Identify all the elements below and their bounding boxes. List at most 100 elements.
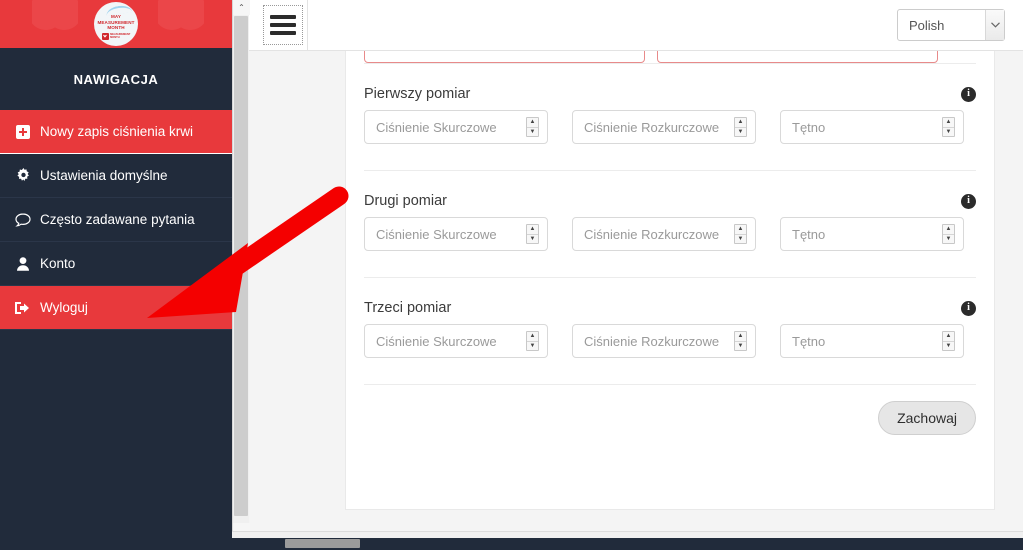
invalid-field-partial[interactable] <box>364 51 645 63</box>
sidebar-item-new-record[interactable]: Nowy zapis ciśnienia krwi <box>0 110 232 154</box>
plus-square-icon <box>10 124 36 139</box>
spinner-up-icon[interactable]: ▲ <box>527 118 538 128</box>
spinner-up-icon[interactable]: ▲ <box>735 225 746 235</box>
pulse-input[interactable]: Tętno ▲ ▼ <box>780 217 964 251</box>
language-select-value: Polish <box>909 17 945 33</box>
number-spinner[interactable]: ▲ ▼ <box>526 331 539 351</box>
diastolic-input[interactable]: Ciśnienie Rozkurczowe ▲ ▼ <box>572 110 756 144</box>
spinner-down-icon[interactable]: ▼ <box>527 235 538 244</box>
systolic-placeholder: Ciśnienie Skurczowe <box>376 226 497 242</box>
spinner-up-icon[interactable]: ▲ <box>527 332 538 342</box>
sidebar-item-label: Często zadawane pytania <box>40 212 195 227</box>
systolic-placeholder: Ciśnienie Skurczowe <box>376 333 497 349</box>
sidebar-bottom-fill <box>0 531 232 538</box>
number-spinner[interactable]: ▲ ▼ <box>734 331 747 351</box>
number-spinner[interactable]: ▲ ▼ <box>734 117 747 137</box>
pulse-input[interactable]: Tętno ▲ ▼ <box>780 324 964 358</box>
sidebar-item-label: Nowy zapis ciśnienia krwi <box>40 124 194 139</box>
info-circle-icon[interactable]: i <box>961 193 976 209</box>
spinner-down-icon[interactable]: ▼ <box>943 235 954 244</box>
measurement-title: Pierwszy pomiar <box>364 86 471 102</box>
spinner-down-icon[interactable]: ▼ <box>735 342 746 351</box>
logo-title: MAY MEASUREMENT MONTH <box>97 14 135 30</box>
sidebar-item-label: Ustawienia domyślne <box>40 168 168 183</box>
sidebar: MAY MEASUREMENT MONTH MEASUREMENT MONTH … <box>0 0 232 550</box>
number-spinner[interactable]: ▲ ▼ <box>734 224 747 244</box>
number-spinner[interactable]: ▲ ▼ <box>526 117 539 137</box>
spinner-up-icon[interactable]: ▲ <box>943 332 954 342</box>
spinner-up-icon[interactable]: ▲ <box>943 225 954 235</box>
window-bottom-strip <box>0 538 1023 550</box>
spinner-up-icon[interactable]: ▲ <box>943 118 954 128</box>
spinner-down-icon[interactable]: ▼ <box>943 128 954 137</box>
hamburger-icon[interactable] <box>258 0 308 50</box>
sign-out-icon <box>10 301 36 315</box>
may-measurement-month-logo[interactable]: MAY MEASUREMENT MONTH MEASUREMENT MONTH <box>94 2 138 46</box>
blood-pressure-form-card: Pierwszy pomiar i Ciśnienie Skurczowe ▲ … <box>345 51 995 510</box>
sidebar-nav-header: NAWIGACJA <box>0 48 232 110</box>
language-select[interactable]: Polish <box>897 9 1005 41</box>
diastolic-placeholder: Ciśnienie Rozkurczowe <box>584 119 720 135</box>
pulse-placeholder: Tętno <box>792 119 826 135</box>
comment-icon <box>10 212 36 227</box>
number-spinner[interactable]: ▲ ▼ <box>526 224 539 244</box>
number-spinner[interactable]: ▲ ▼ <box>942 331 955 351</box>
scrollbar-thumb[interactable] <box>234 16 248 516</box>
diastolic-placeholder: Ciśnienie Rozkurczowe <box>584 333 720 349</box>
os-scrollbar-thumb[interactable] <box>285 539 360 548</box>
number-spinner[interactable]: ▲ ▼ <box>942 117 955 137</box>
spinner-down-icon[interactable]: ▼ <box>527 342 538 351</box>
sidebar-item-label: Wyloguj <box>40 300 88 315</box>
info-circle-icon[interactable]: i <box>961 86 976 102</box>
form-footer: Zachowaj <box>346 385 994 455</box>
scroll-up-arrow-icon[interactable]: ⌃ <box>233 0 250 15</box>
diastolic-input[interactable]: Ciśnienie Rozkurczowe ▲ ▼ <box>572 217 756 251</box>
systolic-placeholder: Ciśnienie Skurczowe <box>376 119 497 135</box>
hamburger-bar <box>269 15 296 19</box>
topbar: Polish <box>249 0 1023 51</box>
app-window: MAY MEASUREMENT MONTH MEASUREMENT MONTH … <box>0 0 1023 550</box>
measurement-header: Drugi pomiar i <box>364 193 976 209</box>
pulse-input[interactable]: Tętno ▲ ▼ <box>780 110 964 144</box>
number-spinner[interactable]: ▲ ▼ <box>942 224 955 244</box>
spinner-down-icon[interactable]: ▼ <box>735 128 746 137</box>
sidebar-item-label: Konto <box>40 256 76 271</box>
spinner-down-icon[interactable]: ▼ <box>527 128 538 137</box>
content-area: Pierwszy pomiar i Ciśnienie Skurczowe ▲ … <box>249 51 1023 531</box>
measurement-block-second: Drugi pomiar i Ciśnienie Skurczowe ▲ ▼ C… <box>346 171 994 277</box>
logo-footer: MEASUREMENT MONTH <box>101 32 130 40</box>
sidebar-item-logout[interactable]: Wyloguj <box>0 286 232 330</box>
user-icon <box>10 256 36 271</box>
systolic-input[interactable]: Ciśnienie Skurczowe ▲ ▼ <box>364 110 548 144</box>
pulse-placeholder: Tętno <box>792 226 826 242</box>
spinner-down-icon[interactable]: ▼ <box>943 342 954 351</box>
pulse-placeholder: Tętno <box>792 333 826 349</box>
sidebar-item-default-settings[interactable]: Ustawienia domyślne <box>0 154 232 198</box>
systolic-input[interactable]: Ciśnienie Skurczowe ▲ ▼ <box>364 217 548 251</box>
measurement-title: Trzeci pomiar <box>364 300 452 316</box>
sidebar-item-account[interactable]: Konto <box>0 242 232 286</box>
heart-icon <box>101 32 109 40</box>
spinner-down-icon[interactable]: ▼ <box>735 235 746 244</box>
hamburger-bar <box>269 31 296 35</box>
spinner-up-icon[interactable]: ▲ <box>735 332 746 342</box>
invalid-fields-row <box>346 51 994 63</box>
save-button[interactable]: Zachowaj <box>878 401 976 435</box>
diastolic-placeholder: Ciśnienie Rozkurczowe <box>584 226 720 242</box>
measurement-inputs-row: Ciśnienie Skurczowe ▲ ▼ Ciśnienie Rozkur… <box>364 324 976 358</box>
spinner-up-icon[interactable]: ▲ <box>527 225 538 235</box>
gear-icon <box>10 168 36 183</box>
diastolic-input[interactable]: Ciśnienie Rozkurczowe ▲ ▼ <box>572 324 756 358</box>
sidebar-item-faq[interactable]: Często zadawane pytania <box>0 198 232 242</box>
info-circle-icon[interactable]: i <box>961 300 976 316</box>
measurement-title: Drugi pomiar <box>364 193 447 209</box>
spinner-up-icon[interactable]: ▲ <box>735 118 746 128</box>
sidebar-logo-bar: MAY MEASUREMENT MONTH MEASUREMENT MONTH <box>0 0 232 48</box>
sidebar-vertical-scrollbar[interactable]: ⌃ ⌄ <box>232 0 250 538</box>
invalid-field-partial[interactable] <box>657 51 938 63</box>
measurement-inputs-row: Ciśnienie Skurczowe ▲ ▼ Ciśnienie Rozkur… <box>364 110 976 144</box>
systolic-input[interactable]: Ciśnienie Skurczowe ▲ ▼ <box>364 324 548 358</box>
measurement-inputs-row: Ciśnienie Skurczowe ▲ ▼ Ciśnienie Rozkur… <box>364 217 976 251</box>
measurement-header: Pierwszy pomiar i <box>364 86 976 102</box>
chevron-down-icon[interactable] <box>985 10 1004 40</box>
